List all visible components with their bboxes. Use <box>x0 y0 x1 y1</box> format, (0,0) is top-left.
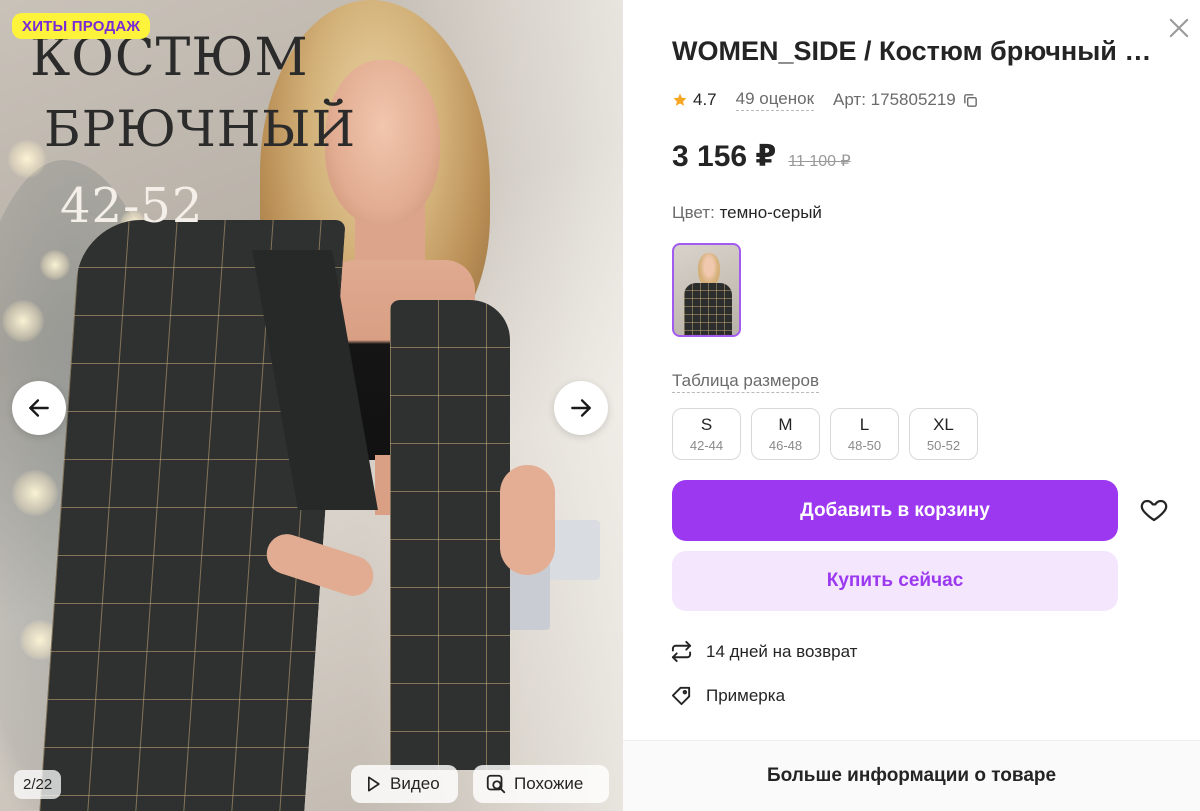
current-price: 3 156 ₽ <box>672 140 777 173</box>
image-search-icon <box>486 774 506 794</box>
play-icon <box>368 776 380 792</box>
promo-title-line2: БРЮЧНЫЙ <box>44 100 357 158</box>
size-selector: S 42-44 M 46-48 L 48-50 XL 50-52 <box>672 408 978 460</box>
close-button[interactable] <box>1165 14 1193 42</box>
color-info: Цвет: темно-серый <box>672 203 822 223</box>
color-label: Цвет: <box>672 203 715 222</box>
fitting-info: Примерка <box>670 684 785 707</box>
reviews-link[interactable]: 49 оценок <box>735 89 815 111</box>
size-option-l[interactable]: L 48-50 <box>830 408 899 460</box>
image-counter: 2/22 <box>14 770 62 799</box>
return-policy: 14 дней на возврат <box>670 640 857 663</box>
arrow-right-icon <box>571 399 591 417</box>
fitting-text: Примерка <box>706 685 786 705</box>
size-label: XL <box>933 414 954 434</box>
product-meta: 4.7 49 оценок Арт: 175805219 <box>672 89 979 111</box>
bokeh-light <box>8 140 46 178</box>
tag-icon <box>671 686 691 706</box>
more-info-button[interactable]: Больше информации о товаре <box>623 741 1200 811</box>
gallery-prev-button[interactable] <box>12 381 66 435</box>
video-button[interactable]: Видео <box>351 765 458 803</box>
product-rating: 4.7 <box>672 90 717 110</box>
color-value: темно-серый <box>719 203 822 222</box>
size-range: 48-50 <box>847 437 882 453</box>
video-button-label: Видео <box>390 774 440 793</box>
gallery-next-button[interactable] <box>554 381 608 435</box>
add-to-cart-button[interactable]: Добавить в корзину <box>672 480 1118 541</box>
size-label: S <box>700 414 713 434</box>
similar-button[interactable]: Похожие <box>473 765 609 803</box>
copy-icon[interactable] <box>962 92 979 109</box>
close-icon <box>1169 18 1189 38</box>
article-text: Арт: 175805219 <box>833 90 956 109</box>
bokeh-light <box>2 300 44 342</box>
product-gallery[interactable]: КОСТЮМ БРЮЧНЫЙ 42-52 ХИТЫ ПРОДАЖ 2/22 Ви… <box>0 0 623 811</box>
promo-size-range: 42-52 <box>60 178 204 234</box>
bestseller-badge: ХИТЫ ПРОДАЖ <box>12 13 151 39</box>
article-number: Арт: 175805219 <box>833 90 979 110</box>
product-title: WOMEN_SIDE / Костюм брючный классический <box>672 36 1162 66</box>
buy-now-button[interactable]: Купить сейчас <box>672 551 1118 611</box>
size-label: M <box>778 414 793 434</box>
similar-button-label: Похожие <box>514 774 584 793</box>
size-range: 50-52 <box>926 437 961 453</box>
size-range: 42-44 <box>689 437 724 453</box>
color-variant-thumbnail[interactable] <box>672 243 741 337</box>
heart-icon <box>1140 499 1168 522</box>
size-range: 46-48 <box>768 437 803 453</box>
price-row: 3 156 ₽ 11 100 ₽ <box>672 139 851 174</box>
size-option-s[interactable]: S 42-44 <box>672 408 741 460</box>
model-hand <box>500 465 555 575</box>
favorite-button[interactable] <box>1139 495 1169 525</box>
size-option-m[interactable]: M 46-48 <box>751 408 820 460</box>
blazer-right-side <box>390 300 510 770</box>
arrow-left-icon <box>29 399 49 417</box>
size-table-link[interactable]: Таблица размеров <box>672 371 819 393</box>
return-arrows-icon <box>671 640 692 663</box>
thumbnail-model-body <box>684 283 732 335</box>
old-price: 11 100 ₽ <box>788 153 851 170</box>
size-option-xl[interactable]: XL 50-52 <box>909 408 978 460</box>
size-label: L <box>859 414 870 434</box>
star-icon <box>673 93 687 106</box>
bokeh-light <box>12 470 58 516</box>
thumbnail-model-head <box>698 253 720 287</box>
return-policy-text: 14 дней на возврат <box>706 641 858 661</box>
rating-value: 4.7 <box>693 90 717 109</box>
